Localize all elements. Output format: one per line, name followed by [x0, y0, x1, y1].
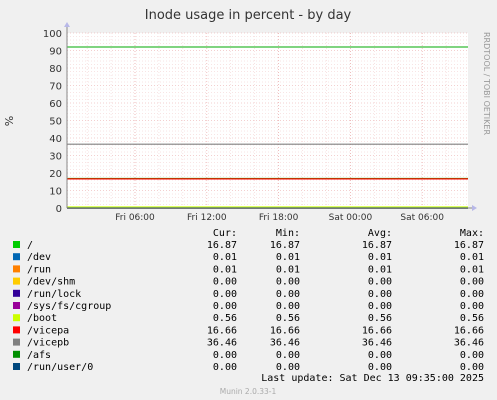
y-axis-label: % [3, 116, 16, 126]
y-tick-label: 40 [49, 134, 62, 145]
legend-value-min: 0.00 [276, 277, 300, 288]
legend-series-name: /afs [27, 350, 51, 361]
legend-swatch [13, 302, 20, 309]
legend-value-min: 0.00 [276, 301, 300, 312]
legend-value-max: 0.00 [460, 277, 484, 288]
legend-value-min: 0.00 [276, 350, 300, 361]
legend-value-cur: 0.00 [213, 301, 237, 312]
legend-value-cur: 0.00 [213, 350, 237, 361]
y-tick-label: 60 [49, 99, 62, 110]
y-tick-label: 70 [49, 82, 62, 93]
legend-series-name: /dev/shm [27, 277, 75, 288]
x-tick-label: Fri 06:00 [115, 213, 155, 223]
legend-series-name: /boot [27, 313, 57, 324]
legend-value-max: 16.87 [454, 240, 484, 251]
legend-series-name: /run/user/0 [27, 362, 93, 373]
y-tick-label: 50 [49, 117, 62, 128]
legend-value-avg: 36.46 [362, 338, 392, 349]
legend-value-cur: 0.00 [213, 289, 237, 300]
legend-value-max: 0.00 [460, 289, 484, 300]
legend-value-avg: 0.01 [368, 264, 392, 275]
legend-series-name: / [27, 240, 33, 251]
legend-swatch [13, 338, 20, 346]
legend-value-max: 0.56 [460, 313, 484, 324]
legend-series-name: /sys/fs/cgroup [27, 301, 111, 312]
legend-series-name: /dev [27, 252, 51, 263]
legend-column-header: Min: [276, 228, 300, 239]
x-tick-label: Fri 12:00 [187, 213, 227, 223]
legend-series-name: /vicepb [27, 338, 69, 349]
chart: Inode usage in percent - by day RRDTOOL … [3, 8, 491, 396]
legend-value-min: 0.56 [276, 313, 300, 324]
legend-series-name: /run/lock [27, 289, 81, 300]
legend-value-avg: 0.00 [368, 362, 392, 373]
legend-swatch [13, 289, 20, 297]
y-tick-label: 30 [49, 152, 62, 163]
munin-version: Munin 2.0.33-1 [220, 387, 277, 396]
legend-swatch [13, 326, 20, 334]
y-tick-label: 80 [49, 64, 62, 75]
legend-value-max: 0.00 [460, 362, 484, 373]
legend-value-cur: 0.01 [213, 252, 237, 263]
legend-value-cur: 16.87 [207, 240, 237, 251]
legend-value-avg: 0.01 [368, 252, 392, 263]
y-tick-label: 90 [49, 47, 62, 58]
legend-column-header: Max: [460, 228, 484, 239]
last-update: Last update: Sat Dec 13 09:35:00 2025 [261, 373, 484, 384]
legend-series-name: /run [27, 264, 51, 275]
legend-value-avg: 16.66 [362, 325, 392, 336]
legend-value-max: 36.46 [454, 338, 484, 349]
legend-value-cur: 0.00 [213, 362, 237, 373]
legend-swatch [13, 253, 20, 261]
legend-value-avg: 16.87 [362, 240, 392, 251]
legend-swatch [13, 350, 20, 358]
legend-value-cur: 0.56 [213, 313, 237, 324]
legend-value-cur: 0.00 [213, 277, 237, 288]
legend-value-avg: 0.56 [368, 313, 392, 324]
x-tick-label: Sat 00:00 [329, 213, 373, 223]
legend-value-min: 16.87 [270, 240, 300, 251]
legend-column-header: Cur: [213, 228, 237, 239]
x-tick-label: Sat 06:00 [400, 213, 444, 223]
x-axis-arrow [472, 205, 477, 211]
legend-value-avg: 0.00 [368, 289, 392, 300]
legend-swatch [13, 314, 20, 322]
legend-swatch [13, 241, 20, 248]
y-tick-label: 100 [43, 29, 62, 40]
legend: Cur: Min: Avg: Max: / 16.87 16.87 16.87 16.87/de… [13, 228, 484, 373]
watermark: RRDTOOL / TOBI OETIKER [482, 32, 491, 135]
y-tick-label: 0 [56, 204, 62, 215]
legend-swatch [13, 277, 20, 285]
legend-value-cur: 0.01 [213, 264, 237, 275]
legend-value-min: 0.00 [276, 362, 300, 373]
legend-value-max: 0.00 [460, 350, 484, 361]
legend-series-name: /vicepa [27, 325, 69, 336]
legend-value-max: 0.00 [460, 301, 484, 312]
legend-column-header: Avg: [368, 228, 392, 239]
y-tick-label: 10 [49, 187, 62, 198]
legend-value-max: 0.01 [460, 264, 484, 275]
legend-value-cur: 36.46 [207, 338, 237, 349]
legend-value-avg: 0.00 [368, 350, 392, 361]
chart-title: Inode usage in percent - by day [145, 8, 352, 23]
y-axis-arrow [64, 22, 70, 27]
legend-value-cur: 16.66 [207, 325, 237, 336]
legend-value-min: 16.66 [270, 325, 300, 336]
legend-swatch [13, 265, 20, 273]
legend-value-min: 0.00 [276, 289, 300, 300]
legend-value-min: 36.46 [270, 338, 300, 349]
legend-value-max: 16.66 [454, 325, 484, 336]
y-tick-label: 20 [49, 169, 62, 180]
legend-value-avg: 0.00 [368, 301, 392, 312]
legend-value-min: 0.01 [276, 264, 300, 275]
legend-value-avg: 0.00 [368, 277, 392, 288]
legend-value-max: 0.01 [460, 252, 484, 263]
legend-swatch [13, 363, 20, 370]
legend-value-min: 0.01 [276, 252, 300, 263]
x-tick-label: Fri 18:00 [259, 213, 299, 223]
